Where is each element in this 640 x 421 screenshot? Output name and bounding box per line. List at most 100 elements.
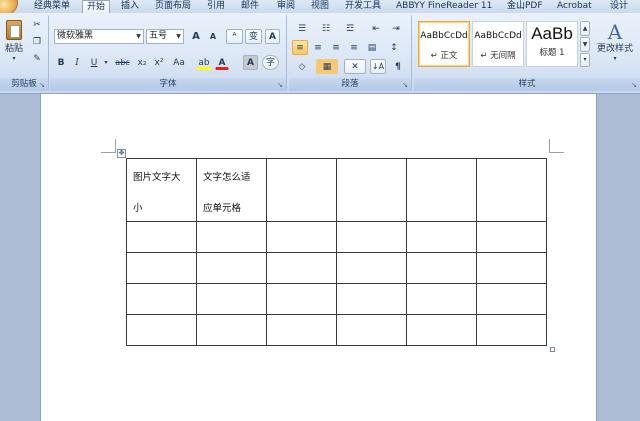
styles-scroll-down-icon[interactable]: ▼ — [580, 37, 590, 52]
align-right-button[interactable]: ≡ — [328, 40, 344, 55]
font-launcher-icon[interactable]: ↘ — [276, 81, 284, 89]
table-resize-handle[interactable] — [550, 347, 555, 352]
table-cell[interactable] — [406, 314, 477, 346]
change-case-button[interactable]: Aa — [169, 55, 189, 70]
shrink-font-button[interactable]: A — [205, 29, 221, 44]
styles-more-icon[interactable]: ▾ — [580, 53, 590, 67]
italic-button[interactable]: I — [70, 55, 84, 70]
tab-acrobat[interactable]: Acrobat — [557, 0, 592, 13]
tab-wps-pdf[interactable]: 金山PDF — [507, 0, 543, 13]
styles-scroll-up-icon[interactable]: ▲ — [580, 21, 590, 36]
font-color-button[interactable]: A — [215, 55, 229, 70]
bold-button[interactable]: B — [54, 55, 68, 70]
style-heading-1[interactable]: AaBb 标题 1 — [526, 21, 578, 67]
copy-icon[interactable]: ❐ — [29, 34, 45, 50]
table-cell[interactable] — [406, 221, 477, 253]
sort-button[interactable]: ↓A — [370, 59, 386, 74]
cut-icon[interactable]: ✂ — [29, 17, 45, 33]
table-cell[interactable] — [406, 158, 477, 222]
table-cell[interactable] — [196, 283, 267, 315]
styles-launcher-icon[interactable]: ↘ — [630, 81, 638, 89]
tab-mailings[interactable]: 邮件 — [241, 0, 259, 13]
table-cell[interactable] — [476, 283, 547, 315]
table-cell[interactable] — [196, 252, 267, 284]
table-cell[interactable] — [196, 221, 267, 253]
phonetic-guide-button[interactable]: 变 — [245, 29, 262, 44]
highlight-button[interactable]: ab — [196, 55, 212, 70]
style-no-spacing[interactable]: AaBbCcDd ↵ 无间隔 — [472, 21, 524, 67]
justify-button[interactable]: ≡ — [346, 40, 362, 55]
style-name: ↵ 正文 — [430, 51, 458, 61]
table-cell[interactable] — [126, 221, 197, 253]
table-cell[interactable] — [336, 252, 407, 284]
clear-format-button[interactable]: ᴬ — [226, 29, 243, 44]
table-cell[interactable] — [476, 314, 547, 346]
table-cell[interactable] — [476, 158, 547, 222]
style-normal[interactable]: AaBbCcDd ↵ 正文 — [418, 21, 470, 67]
line-spacing-button[interactable]: ↕ — [383, 40, 405, 55]
tab-developer[interactable]: 开发工具 — [345, 0, 381, 13]
tab-abbyy[interactable]: ABBYY FineReader 11 — [396, 0, 492, 13]
table-cell[interactable] — [406, 252, 477, 284]
character-shading-button[interactable]: A — [243, 55, 258, 70]
paragraph-launcher-icon[interactable]: ↘ — [401, 81, 409, 89]
tab-classic-menu[interactable]: 经典菜单 — [34, 0, 70, 13]
table-cell[interactable] — [336, 158, 407, 222]
tab-design[interactable]: 设计 — [610, 0, 628, 13]
numbering-button[interactable]: ☷ — [316, 21, 336, 36]
borders-button[interactable]: ▦ — [316, 59, 338, 74]
center-button[interactable]: ≡ — [310, 40, 326, 55]
align-left-button[interactable]: ≡ — [292, 40, 308, 55]
table-cell[interactable] — [126, 283, 197, 315]
change-styles-button[interactable]: A 更改样式 ▾ — [594, 19, 636, 75]
subscript-button[interactable]: x₂ — [134, 55, 150, 70]
enclose-characters-button[interactable]: 字 — [262, 55, 279, 70]
table-cell[interactable] — [266, 314, 337, 346]
chinese-layout-button[interactable]: ✕ — [344, 59, 366, 74]
strikethrough-button[interactable]: abc — [113, 55, 132, 70]
table-move-handle-icon[interactable]: ✥ — [117, 149, 126, 158]
paste-button[interactable]: 粘贴 ▾ — [2, 17, 26, 65]
bullets-button[interactable]: ☰ — [292, 21, 312, 36]
tab-review[interactable]: 审阅 — [277, 0, 295, 13]
tab-insert[interactable]: 插入 — [121, 0, 139, 13]
document-page[interactable]: ✥ 图片文字大小文字怎么适 应单元格 — [41, 94, 596, 421]
table-cell[interactable] — [266, 158, 337, 222]
superscript-button[interactable]: x² — [151, 55, 167, 70]
table-cell[interactable] — [196, 314, 267, 346]
tab-home[interactable]: 开始 — [82, 0, 111, 14]
crop-mark — [115, 139, 116, 153]
format-painter-icon[interactable]: ✎ — [29, 51, 45, 67]
tab-page-layout[interactable]: 页面布局 — [155, 0, 191, 13]
table-cell[interactable] — [336, 221, 407, 253]
show-marks-button[interactable]: ¶ — [390, 59, 406, 74]
document-table[interactable]: 图片文字大小文字怎么适 应单元格 — [126, 158, 547, 346]
table-cell[interactable]: 图片文字大小 — [126, 158, 197, 222]
tab-view[interactable]: 视图 — [311, 0, 329, 13]
increase-indent-button[interactable]: ⇥ — [388, 21, 404, 36]
chevron-down-icon[interactable]: ▾ — [102, 55, 110, 70]
table-cell[interactable] — [406, 283, 477, 315]
shading-button[interactable]: ◇ — [292, 59, 312, 74]
table-cell[interactable] — [476, 252, 547, 284]
table-cell[interactable] — [126, 314, 197, 346]
underline-button[interactable]: U — [87, 55, 101, 70]
table-cell[interactable] — [126, 252, 197, 284]
crop-mark — [101, 152, 116, 153]
tab-references[interactable]: 引用 — [207, 0, 225, 13]
table-cell[interactable]: 文字怎么适 应单元格 — [196, 158, 267, 222]
font-size-select[interactable]: 五号 ▼ — [146, 29, 184, 44]
font-name-select[interactable]: 微软雅黑 ▼ — [54, 29, 144, 44]
grow-font-button[interactable]: A — [188, 29, 204, 44]
distributed-button[interactable]: ▤ — [364, 40, 380, 55]
clipboard-launcher-icon[interactable]: ↘ — [38, 81, 46, 89]
table-cell[interactable] — [266, 221, 337, 253]
table-cell[interactable] — [476, 221, 547, 253]
table-cell[interactable] — [336, 314, 407, 346]
table-cell[interactable] — [336, 283, 407, 315]
decrease-indent-button[interactable]: ⇤ — [368, 21, 384, 36]
multilevel-list-button[interactable]: ☲ — [340, 21, 360, 36]
table-cell[interactable] — [266, 283, 337, 315]
character-border-button[interactable]: A — [265, 29, 280, 44]
table-cell[interactable] — [266, 252, 337, 284]
